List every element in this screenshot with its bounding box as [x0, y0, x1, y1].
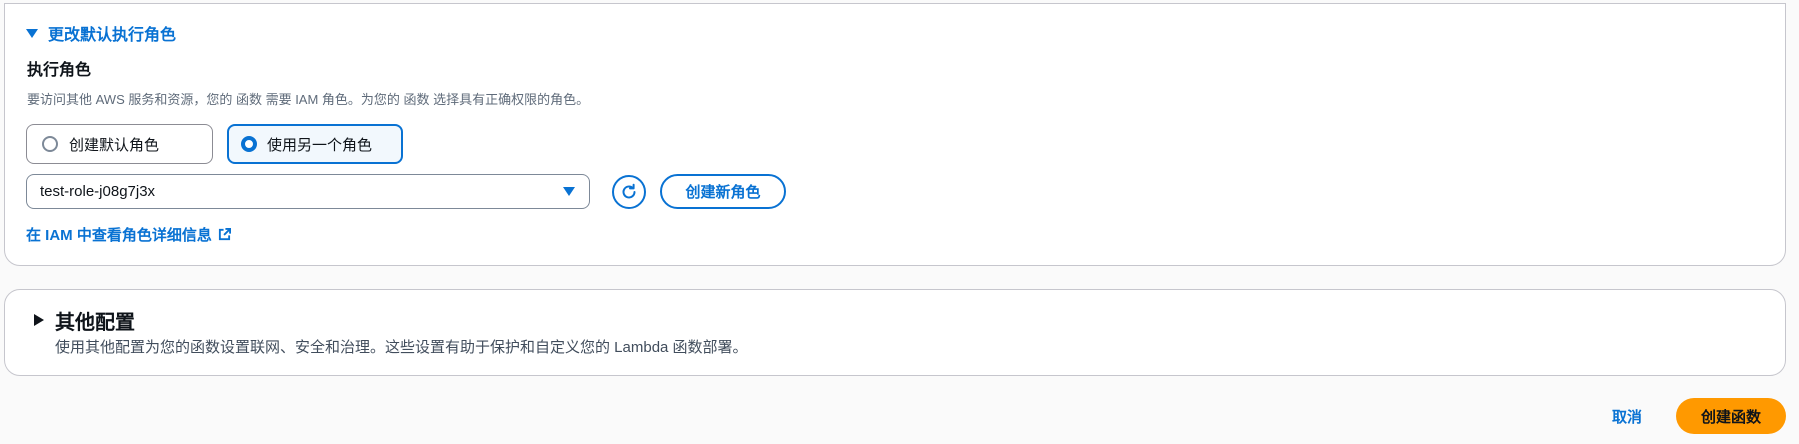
- radio-label: 创建默认角色: [69, 136, 160, 154]
- cancel-button[interactable]: 取消: [1599, 398, 1655, 434]
- view-role-in-iam-link[interactable]: 在 IAM 中查看角色详细信息: [26, 223, 231, 245]
- selected-role-value: test-role-j08g7j3x: [40, 183, 156, 200]
- additional-config-toggle[interactable]: 其他配置: [34, 308, 135, 334]
- iam-link-label: 在 IAM 中查看角色详细信息: [26, 226, 212, 244]
- radio-unselected-icon[interactable]: [42, 136, 58, 152]
- execution-role-description: 要访问其他 AWS 服务和资源，您的 函数 需要 IAM 角色。为您的 函数 选…: [27, 92, 590, 107]
- refresh-roles-button[interactable]: [612, 175, 646, 209]
- radio-tile-use-existing-role[interactable]: 使用另一个角色: [227, 124, 403, 164]
- additional-config-description: 使用其他配置为您的函数设置联网、安全和治理。这些设置有助于保护和自定义您的 La…: [55, 339, 748, 356]
- toggle-label: 更改默认执行角色: [48, 27, 177, 44]
- additional-config-panel: 其他配置 使用其他配置为您的函数设置联网、安全和治理。这些设置有助于保护和自定义…: [4, 289, 1786, 376]
- radio-selected-icon[interactable]: [241, 136, 257, 152]
- additional-config-title: 其他配置: [55, 311, 135, 334]
- create-function-button[interactable]: 创建函数: [1676, 398, 1786, 434]
- radio-tile-create-default-role[interactable]: 创建默认角色: [26, 124, 213, 164]
- external-link-icon: [218, 227, 231, 240]
- existing-role-select[interactable]: test-role-j08g7j3x: [26, 174, 590, 209]
- caret-down-icon: [26, 28, 38, 38]
- create-new-role-button[interactable]: 创建新角色: [660, 174, 786, 209]
- change-default-role-toggle[interactable]: 更改默认执行角色: [26, 22, 176, 44]
- execution-role-label: 执行角色: [27, 62, 92, 79]
- caret-right-icon: [34, 314, 44, 326]
- dropdown-caret-icon: [563, 187, 575, 196]
- radio-label: 使用另一个角色: [267, 136, 373, 154]
- execution-role-panel: 更改默认执行角色 执行角色 要访问其他 AWS 服务和资源，您的 函数 需要 I…: [4, 3, 1786, 266]
- refresh-icon: [622, 183, 636, 199]
